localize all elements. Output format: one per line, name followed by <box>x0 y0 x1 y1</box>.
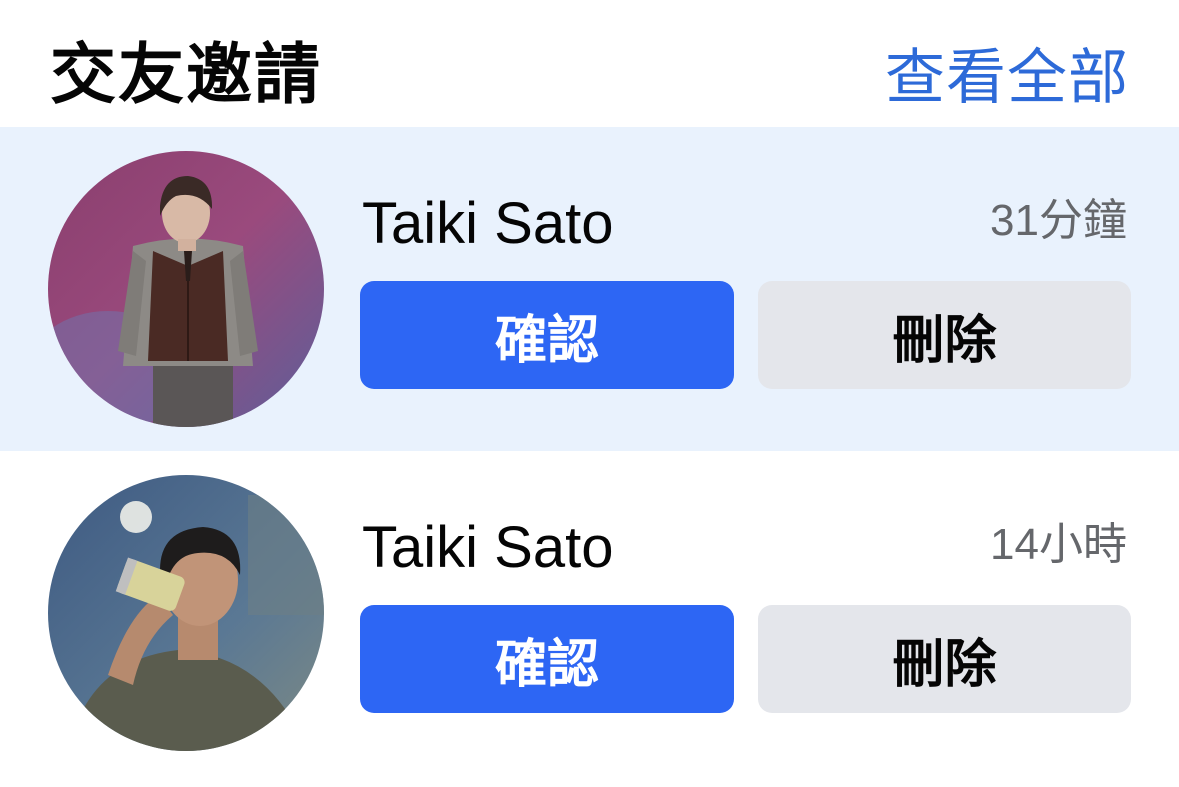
avatar-photo <box>48 151 324 427</box>
delete-button[interactable]: 刪除 <box>758 605 1131 713</box>
request-time: 31分鐘 <box>990 196 1127 245</box>
avatar[interactable] <box>48 475 324 751</box>
avatar[interactable] <box>48 151 324 427</box>
avatar-photo <box>48 475 324 751</box>
delete-button[interactable]: 刪除 <box>758 281 1131 389</box>
friend-request-item: Taiki Sato 31分鐘 確認 刪除 <box>0 127 1179 451</box>
confirm-button[interactable]: 確認 <box>360 605 734 713</box>
section-title: 交友邀請 <box>50 36 322 113</box>
see-all-link[interactable]: 查看全部 <box>885 38 1129 118</box>
request-time: 14小時 <box>990 520 1127 569</box>
requester-name[interactable]: Taiki Sato <box>362 189 613 259</box>
friend-request-item: Taiki Sato 14小時 確認 刪除 <box>0 451 1179 787</box>
friend-requests-header: 交友邀請 查看全部 <box>0 0 1179 127</box>
confirm-button[interactable]: 確認 <box>360 281 734 389</box>
requester-name[interactable]: Taiki Sato <box>362 513 613 583</box>
